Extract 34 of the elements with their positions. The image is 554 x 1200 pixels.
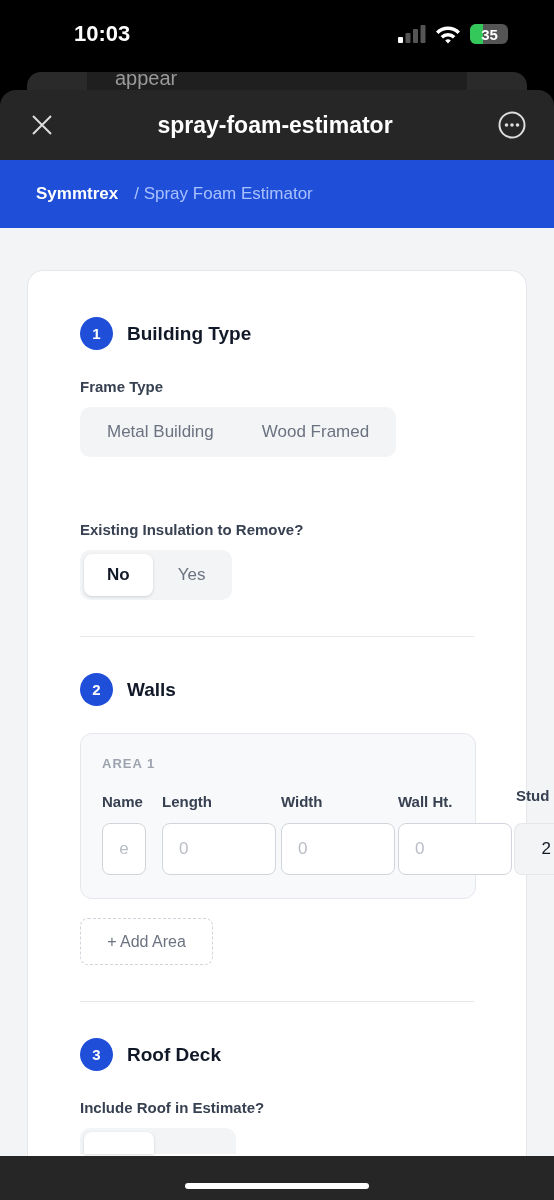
breadcrumb-page: / Spray Foam Estimator <box>134 184 313 204</box>
segment-option[interactable]: No <box>84 554 153 596</box>
section-title: Roof Deck <box>127 1043 221 1066</box>
input-field[interactable]: e <box>102 823 146 875</box>
column-label: Wall Ht. <box>398 793 454 812</box>
more-icon[interactable] <box>498 111 526 139</box>
sheet-title: spray-foam-estimator <box>157 111 393 139</box>
segment-option[interactable]: Metal Building <box>84 411 237 453</box>
signal-icon <box>398 25 426 43</box>
background-text: appear <box>115 72 178 89</box>
add-area-button[interactable]: + Add Area <box>80 918 213 965</box>
input-field[interactable]: 0 <box>162 823 276 875</box>
area-title: AREA 1 <box>102 756 157 771</box>
input-field[interactable]: 2 <box>514 823 554 875</box>
section-title: Building Type <box>127 322 252 345</box>
field-label: Existing Insulation to Remove? <box>80 520 305 540</box>
column-label: Length <box>162 793 213 812</box>
wifi-icon <box>435 24 461 44</box>
input-field[interactable]: 0 <box>398 823 512 875</box>
segment-option[interactable]: Yes <box>154 554 229 596</box>
column-label: Name <box>102 793 144 812</box>
section-title: Walls <box>127 678 176 701</box>
step-number: 2 <box>80 673 113 706</box>
column-label: Stud <box>515 787 551 806</box>
field-label: Include Roof in Estimate? <box>80 1098 266 1118</box>
field-label: Frame Type <box>80 377 165 397</box>
step-number: 1 <box>80 317 113 350</box>
status-time: 10:03 <box>74 21 131 47</box>
close-icon[interactable] <box>32 115 52 135</box>
segment-option[interactable]: Wood Framed <box>238 411 393 453</box>
step-number: 3 <box>80 1038 113 1071</box>
brand-link[interactable]: Symmtrex <box>36 184 119 204</box>
column-label: Width <box>281 793 324 812</box>
input-field[interactable]: 0 <box>281 823 395 875</box>
